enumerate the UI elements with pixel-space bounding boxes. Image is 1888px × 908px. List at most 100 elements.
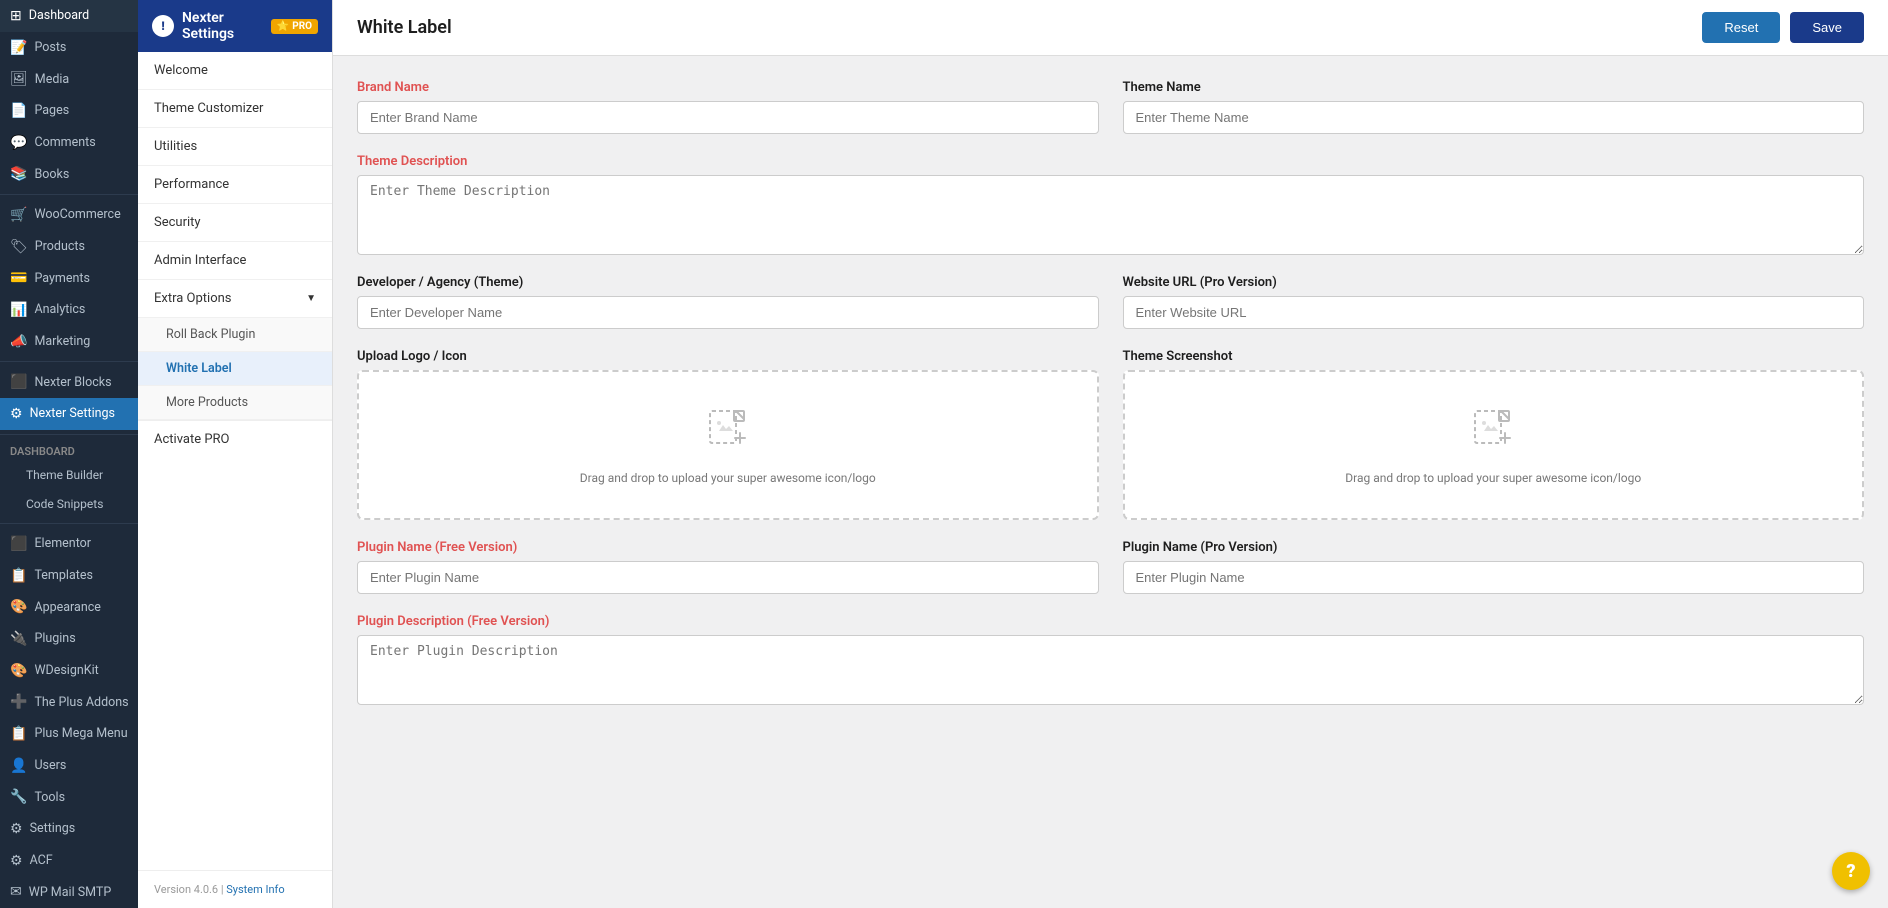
- left-menu-security[interactable]: Security: [138, 204, 332, 242]
- books-icon: 📚: [10, 166, 27, 182]
- left-submenu-more-products[interactable]: More Products: [138, 386, 332, 420]
- sidebar-item-templates[interactable]: 📋 Templates: [0, 560, 138, 592]
- woocommerce-icon: 🛒: [10, 207, 27, 223]
- form-row-developer-website: Developer / Agency (Theme) Website URL (…: [357, 275, 1864, 329]
- elementor-icon: ⬛: [10, 536, 27, 552]
- sidebar-item-nexter-blocks[interactable]: ⬛ Nexter Blocks: [0, 366, 138, 398]
- left-menu-admin-interface[interactable]: Admin Interface: [138, 242, 332, 280]
- developer-label: Developer / Agency (Theme): [357, 275, 1099, 290]
- nexter-blocks-icon: ⬛: [10, 374, 27, 390]
- sidebar-item-plus-mega-menu[interactable]: 📋 Plus Mega Menu: [0, 718, 138, 750]
- sidebar-item-appearance[interactable]: 🎨 Appearance: [0, 591, 138, 623]
- theme-description-label: Theme Description: [357, 154, 1864, 169]
- sidebar-item-theme-builder[interactable]: Theme Builder: [0, 460, 138, 490]
- posts-icon: 📝: [10, 40, 27, 56]
- theme-screenshot-text: Drag and drop to upload your super aweso…: [1345, 469, 1641, 487]
- pro-icon: ⭐: [277, 21, 289, 32]
- system-info-link[interactable]: System Info: [226, 883, 284, 896]
- sidebar-item-comments[interactable]: 💬 Comments: [0, 127, 138, 159]
- tools-icon: 🔧: [10, 789, 27, 805]
- sidebar-item-tools[interactable]: 🔧 Tools: [0, 781, 138, 813]
- wp-mail-smtp-icon: ✉: [10, 884, 22, 900]
- header-buttons: Reset Save: [1702, 12, 1864, 43]
- sidebar-divider: [0, 194, 138, 195]
- plugin-name-pro-input[interactable]: [1123, 561, 1865, 594]
- upload-logo-dropzone[interactable]: Drag and drop to upload your super aweso…: [357, 370, 1099, 520]
- left-menu-welcome[interactable]: Welcome: [138, 52, 332, 90]
- sidebar-item-payments[interactable]: 💳 Payments: [0, 262, 138, 294]
- developer-input[interactable]: [357, 296, 1099, 329]
- nexter-settings-icon: ⚙: [10, 406, 23, 422]
- the-plus-addons-icon: ➕: [10, 694, 27, 710]
- brand-name-input[interactable]: [357, 101, 1099, 134]
- left-menu-utilities[interactable]: Utilities: [138, 128, 332, 166]
- dashboard-icon: ⊞: [10, 8, 22, 24]
- sidebar-divider-3: [0, 434, 138, 435]
- media-icon: 🖼: [10, 71, 28, 87]
- sidebar-item-users[interactable]: 👤 Users: [0, 750, 138, 782]
- sidebar-item-woocommerce[interactable]: 🛒 WooCommerce: [0, 199, 138, 231]
- sidebar-item-marketing[interactable]: 📣 Marketing: [0, 326, 138, 358]
- version-label: Version 4.0.6: [154, 883, 218, 896]
- left-submenu-white-label[interactable]: White Label: [138, 352, 332, 386]
- left-panel: ! Nexter Settings ⭐ PRO Welcome Theme Cu…: [138, 0, 333, 908]
- sidebar-item-settings[interactable]: ⚙ Settings: [0, 813, 138, 845]
- activate-pro-link[interactable]: Activate PRO: [138, 420, 332, 458]
- form-row-theme-desc: Theme Description: [357, 154, 1864, 255]
- sidebar-item-posts[interactable]: 📝 Posts: [0, 32, 138, 64]
- form-group-brand-name: Brand Name: [357, 80, 1099, 134]
- left-menu-theme-customizer[interactable]: Theme Customizer: [138, 90, 332, 128]
- left-panel-header: ! Nexter Settings ⭐ PRO: [138, 0, 332, 52]
- sidebar-item-dashboard[interactable]: ⊞ Dashboard: [0, 0, 138, 32]
- plugin-name-free-label: Plugin Name (Free Version): [357, 540, 1099, 555]
- sidebar-item-wp-mail-smtp[interactable]: ✉ WP Mail SMTP: [0, 876, 138, 908]
- left-submenu: Roll Back Plugin White Label More Produc…: [138, 318, 332, 420]
- theme-description-textarea[interactable]: [357, 175, 1864, 255]
- sidebar-item-the-plus-addons[interactable]: ➕ The Plus Addons: [0, 686, 138, 718]
- sidebar-item-elementor[interactable]: ⬛ Elementor: [0, 528, 138, 560]
- form-row-uploads: Upload Logo / Icon: [357, 349, 1864, 520]
- theme-name-input[interactable]: [1123, 101, 1865, 134]
- website-url-input[interactable]: [1123, 296, 1865, 329]
- left-menu-extra-options[interactable]: Extra Options ▼: [138, 280, 332, 318]
- pro-label: PRO: [292, 21, 312, 32]
- sidebar-item-media[interactable]: 🖼 Media: [0, 63, 138, 95]
- sidebar-divider-2: [0, 361, 138, 362]
- form-group-theme-description: Theme Description: [357, 154, 1864, 255]
- sidebar-divider-4: [0, 523, 138, 524]
- plugin-name-free-input[interactable]: [357, 561, 1099, 594]
- sidebar-item-acf[interactable]: ⚙ ACF: [0, 845, 138, 877]
- settings-icon: ⚙: [10, 821, 23, 837]
- sidebar-item-pages[interactable]: 📄 Pages: [0, 95, 138, 127]
- footer-separator: |: [221, 883, 224, 896]
- theme-screenshot-dropzone[interactable]: Drag and drop to upload your super aweso…: [1123, 370, 1865, 520]
- sidebar-item-nexter-settings[interactable]: ⚙ Nexter Settings: [0, 398, 138, 430]
- save-button[interactable]: Save: [1790, 12, 1864, 43]
- sidebar-item-books[interactable]: 📚 Books: [0, 158, 138, 190]
- plugin-description-free-label: Plugin Description (Free Version): [357, 614, 1864, 629]
- sidebar-item-products[interactable]: 🏷 Products: [0, 231, 138, 263]
- left-menu-performance[interactable]: Performance: [138, 166, 332, 204]
- main-content: ! Nexter Settings ⭐ PRO Welcome Theme Cu…: [138, 0, 1888, 908]
- sidebar-item-wdesignkit[interactable]: 🎨 WDesignKit: [0, 655, 138, 687]
- form-group-upload-logo: Upload Logo / Icon: [357, 349, 1099, 520]
- sidebar: ⊞ Dashboard 📝 Posts 🖼 Media 📄 Pages 💬 Co…: [0, 0, 138, 908]
- upload-logo-label: Upload Logo / Icon: [357, 349, 1099, 364]
- sidebar-item-code-snippets[interactable]: Code Snippets: [0, 489, 138, 519]
- reset-button[interactable]: Reset: [1702, 12, 1780, 43]
- sidebar-item-plugins[interactable]: 🔌 Plugins: [0, 623, 138, 655]
- marketing-icon: 📣: [10, 334, 27, 350]
- theme-screenshot-label: Theme Screenshot: [1123, 349, 1865, 364]
- help-button[interactable]: ?: [1832, 852, 1870, 890]
- wdesignkit-icon: 🎨: [10, 663, 27, 679]
- theme-screenshot-icon: [1469, 403, 1517, 459]
- users-icon: 👤: [10, 758, 27, 774]
- plugins-icon: 🔌: [10, 631, 27, 647]
- left-panel-footer: Version 4.0.6 | System Info: [138, 870, 332, 908]
- templates-icon: 📋: [10, 568, 27, 584]
- nexter-settings-title: Nexter Settings: [182, 10, 263, 42]
- form-area: Brand Name Theme Name Theme Description: [333, 56, 1888, 908]
- left-submenu-roll-back-plugin[interactable]: Roll Back Plugin: [138, 318, 332, 352]
- sidebar-item-analytics[interactable]: 📊 Analytics: [0, 294, 138, 326]
- plugin-description-free-textarea[interactable]: [357, 635, 1864, 705]
